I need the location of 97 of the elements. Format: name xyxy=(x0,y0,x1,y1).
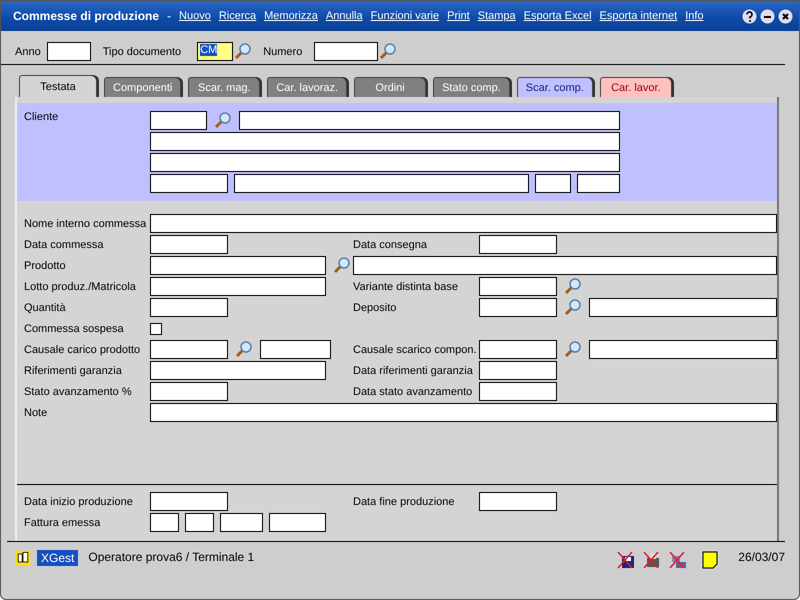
tab[interactable]: Car. lavor. xyxy=(600,77,672,97)
close-icon[interactable] xyxy=(778,8,793,24)
search-icon[interactable] xyxy=(234,340,254,359)
menu-link[interactable]: Info xyxy=(685,10,704,22)
search-icon[interactable] xyxy=(213,111,233,130)
minimize-icon[interactable] xyxy=(760,8,775,24)
field-label: Commessa sospesa xyxy=(24,322,125,334)
search-icon[interactable] xyxy=(378,42,398,61)
field-label: Lotto produz./Matricola xyxy=(24,280,137,292)
search-icon[interactable] xyxy=(563,340,583,359)
input-field[interactable] xyxy=(150,235,228,254)
field-label: Nome interno commessa xyxy=(24,218,148,230)
field-label: Anno xyxy=(15,46,41,58)
menu-link[interactable]: Esporta internet xyxy=(600,10,678,22)
field-label: Fattura emessa xyxy=(24,516,102,528)
field-label: Causale carico prodotto xyxy=(24,344,142,356)
tab[interactable]: Scar. comp. xyxy=(516,77,593,97)
menu-link[interactable]: Memorizza xyxy=(264,10,318,22)
tab[interactable]: Scar. mag. xyxy=(188,77,260,97)
menu-link[interactable]: Print xyxy=(447,10,470,22)
field-label: Causale scarico compon. xyxy=(353,344,478,356)
separator-text: - xyxy=(167,9,172,23)
input-field[interactable] xyxy=(46,42,91,61)
app-name: XGest xyxy=(37,550,78,566)
input-field[interactable] xyxy=(479,298,557,317)
field-label: Cliente xyxy=(24,111,60,125)
tab[interactable]: Car. lavoraz. xyxy=(267,77,348,97)
input-field[interactable] xyxy=(150,153,620,172)
input-field[interactable] xyxy=(150,277,326,296)
field-label: Riferimenti garanzia xyxy=(24,364,123,376)
field-label: Quantità xyxy=(24,302,67,314)
input-field[interactable] xyxy=(150,174,228,193)
input-field[interactable] xyxy=(150,132,620,151)
field-label: Data consegna xyxy=(353,238,428,250)
input-field[interactable] xyxy=(260,340,331,359)
tab[interactable]: Ordini xyxy=(354,77,426,97)
input-field[interactable] xyxy=(577,174,620,193)
search-icon[interactable] xyxy=(233,42,254,61)
help-icon[interactable] xyxy=(742,8,757,24)
field-label: Stato avanzamento % xyxy=(24,386,133,398)
menu-link[interactable]: Esporta Excel xyxy=(524,10,592,22)
field-label: Data riferimenti garanzia xyxy=(353,364,474,376)
input-field[interactable] xyxy=(185,513,214,532)
menu-link[interactable]: Funzioni varie xyxy=(370,10,440,22)
input-field[interactable] xyxy=(150,382,228,401)
field-label: Deposito xyxy=(353,302,398,314)
search-icon[interactable] xyxy=(563,277,583,296)
search-icon[interactable] xyxy=(563,298,583,317)
menu-link[interactable]: Stampa xyxy=(478,10,516,22)
tab[interactable]: Testata xyxy=(19,75,97,97)
input-field[interactable] xyxy=(479,361,557,380)
input-field[interactable] xyxy=(150,340,228,359)
input-field[interactable] xyxy=(150,256,326,275)
note-icon[interactable] xyxy=(700,550,720,570)
field-label: Data stato avanzamento xyxy=(353,386,474,398)
menu-link[interactable]: Nuovo xyxy=(179,10,211,22)
input-field[interactable] xyxy=(150,111,207,130)
menu-link[interactable]: Annulla xyxy=(326,10,363,22)
field-label: Note xyxy=(24,406,48,418)
input-field[interactable] xyxy=(314,42,378,61)
input-field[interactable] xyxy=(589,340,777,359)
operator-text: Operatore prova6 / Terminale 1 xyxy=(88,550,254,564)
field-label: Tipo documento xyxy=(102,46,182,58)
input-field[interactable] xyxy=(220,513,263,532)
input-field[interactable] xyxy=(535,174,571,193)
input-field[interactable] xyxy=(234,174,529,193)
input-field[interactable] xyxy=(150,492,228,511)
input-field[interactable]: CM xyxy=(197,42,234,61)
field-label: Data inizio produzione xyxy=(24,496,134,508)
field-label: Data fine produzione xyxy=(353,496,456,508)
input-field[interactable] xyxy=(239,111,620,130)
input-field[interactable] xyxy=(353,256,777,275)
status-date: 26/03/07 xyxy=(738,550,785,564)
input-field[interactable] xyxy=(479,235,557,254)
checkbox[interactable] xyxy=(150,322,162,334)
input-field[interactable] xyxy=(479,340,557,359)
input-field[interactable] xyxy=(150,214,777,233)
field-label: Prodotto xyxy=(24,260,67,272)
input-field[interactable] xyxy=(479,382,557,401)
menu-link[interactable]: Ricerca xyxy=(218,10,256,22)
field-label: Data commessa xyxy=(24,238,104,250)
input-field[interactable] xyxy=(150,403,777,422)
input-field[interactable] xyxy=(150,513,179,532)
field-label: Numero xyxy=(263,46,302,58)
disk-icon[interactable] xyxy=(616,550,636,570)
input-field[interactable] xyxy=(589,298,777,317)
input-field[interactable] xyxy=(150,361,326,380)
tab[interactable]: Stato comp. xyxy=(433,77,510,97)
app-icon xyxy=(15,550,31,566)
input-field[interactable] xyxy=(150,298,228,317)
search-icon[interactable] xyxy=(332,256,352,275)
input-field[interactable] xyxy=(479,277,557,296)
input-field[interactable] xyxy=(479,492,557,511)
field-label: Variante distinta base xyxy=(353,280,459,292)
tab[interactable]: Componenti xyxy=(104,77,182,97)
input-field[interactable] xyxy=(269,513,326,532)
window-title: Commesse di produzione xyxy=(13,9,160,23)
